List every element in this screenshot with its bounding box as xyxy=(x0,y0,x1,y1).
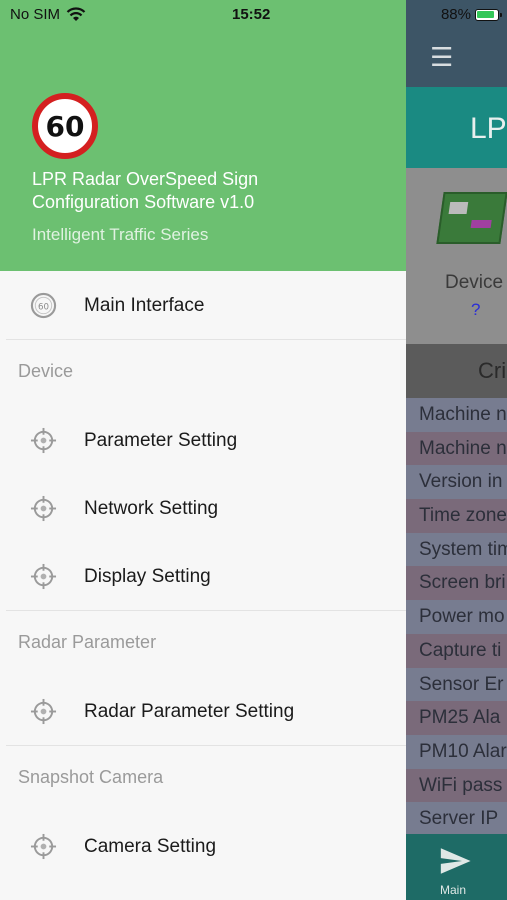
app-title: LPR Radar OverSpeed Sign Configuration S… xyxy=(32,168,392,214)
list-item[interactable]: System tim xyxy=(406,532,507,567)
menu-item-network-setting[interactable]: Network Setting xyxy=(0,474,406,542)
menu-item-camera-setting[interactable]: Camera Setting xyxy=(0,812,406,880)
menu-item-label: Camera Setting xyxy=(84,836,217,857)
background-device-status: ? xyxy=(471,300,481,319)
battery-icon xyxy=(475,8,502,21)
menu-item-label: Radar Parameter Setting xyxy=(84,701,295,722)
hamburger-icon[interactable]: ☰ xyxy=(430,44,453,70)
side-drawer: 60 LPR Radar OverSpeed Sign Configuratio… xyxy=(0,0,406,900)
background-device-panel: Device ? xyxy=(406,168,507,344)
menu-item-label: Main Interface xyxy=(84,295,205,316)
status-left: No SIM xyxy=(10,6,86,23)
list-item[interactable]: Server IP xyxy=(406,802,507,836)
background-list: Machine n Machine n Version in Time zone… xyxy=(406,398,507,836)
drawer-header: 60 LPR Radar OverSpeed Sign Configuratio… xyxy=(0,0,406,271)
crosshair-icon xyxy=(30,427,57,454)
clock: 15:52 xyxy=(232,6,271,23)
list-item[interactable]: PM25 Ala xyxy=(406,701,507,735)
list-item[interactable]: Sensor Er xyxy=(406,667,507,702)
status-right: 88% xyxy=(440,6,502,23)
background-title: LPR xyxy=(470,112,507,145)
menu-item-main-interface[interactable]: 60 Main Interface xyxy=(0,271,406,339)
section-header-device: Device xyxy=(0,340,406,406)
speed-limit-sign-logo: 60 xyxy=(32,93,98,159)
list-item[interactable]: WiFi pass xyxy=(406,768,507,803)
list-item[interactable]: Capture ti xyxy=(406,633,507,668)
list-item[interactable]: PM10 Alar xyxy=(406,734,507,769)
status-bar: No SIM 15:52 88% xyxy=(0,0,507,30)
app-title-line-1: LPR Radar OverSpeed Sign xyxy=(32,169,259,189)
background-section-header: Cri xyxy=(406,344,507,398)
app-subtitle: Intelligent Traffic Series xyxy=(32,225,209,244)
section-header-label: Snapshot Camera xyxy=(18,767,164,787)
background-main-screen[interactable]: ☰ LPR Device ? Cri Machine n Machine n V… xyxy=(406,0,507,900)
list-item[interactable]: Machine n xyxy=(406,398,507,432)
section-header-label: Device xyxy=(18,361,74,381)
section-header-radar-parameter: Radar Parameter xyxy=(0,611,406,677)
circuit-board-image xyxy=(436,192,507,244)
menu-item-label: Display Setting xyxy=(84,566,211,587)
svg-text:60: 60 xyxy=(38,302,49,312)
background-section-label: Cri xyxy=(478,358,507,383)
list-item[interactable]: Time zone xyxy=(406,499,507,533)
section-header-snapshot-camera: Snapshot Camera xyxy=(0,746,406,812)
crosshair-icon xyxy=(30,833,57,860)
battery-fill xyxy=(477,10,494,18)
crosshair-icon xyxy=(30,495,57,522)
background-tab-bar: Main xyxy=(406,834,507,900)
list-item[interactable]: Power mo xyxy=(406,600,507,634)
menu-item-parameter-setting[interactable]: Parameter Setting xyxy=(0,406,406,474)
tab-main-label[interactable]: Main xyxy=(440,883,466,897)
speed-sign-number: 60 xyxy=(45,109,85,143)
carrier-label: No SIM xyxy=(10,6,61,23)
crosshair-icon xyxy=(30,563,57,590)
list-item[interactable]: Screen bri xyxy=(406,566,507,601)
section-header-label: Radar Parameter xyxy=(18,632,157,652)
battery-percent: 88% xyxy=(440,6,471,23)
menu-item-label: Parameter Setting xyxy=(84,430,238,451)
list-item[interactable]: Version in xyxy=(406,465,507,500)
crosshair-icon xyxy=(30,698,57,725)
app-title-line-2: Configuration Software v1.0 xyxy=(32,192,255,212)
send-icon[interactable] xyxy=(438,844,472,878)
menu-item-radar-parameter-setting[interactable]: Radar Parameter Setting xyxy=(0,677,406,745)
menu-item-display-setting[interactable]: Display Setting xyxy=(0,542,406,610)
wifi-icon xyxy=(66,7,86,21)
list-item[interactable]: Machine n xyxy=(406,431,507,466)
background-device-label: Device xyxy=(445,272,504,293)
drawer-menu: 60 Main Interface Device Parameter Setti… xyxy=(0,271,406,880)
menu-item-label: Network Setting xyxy=(84,498,219,519)
speed-limit-60-icon: 60 xyxy=(30,292,57,319)
